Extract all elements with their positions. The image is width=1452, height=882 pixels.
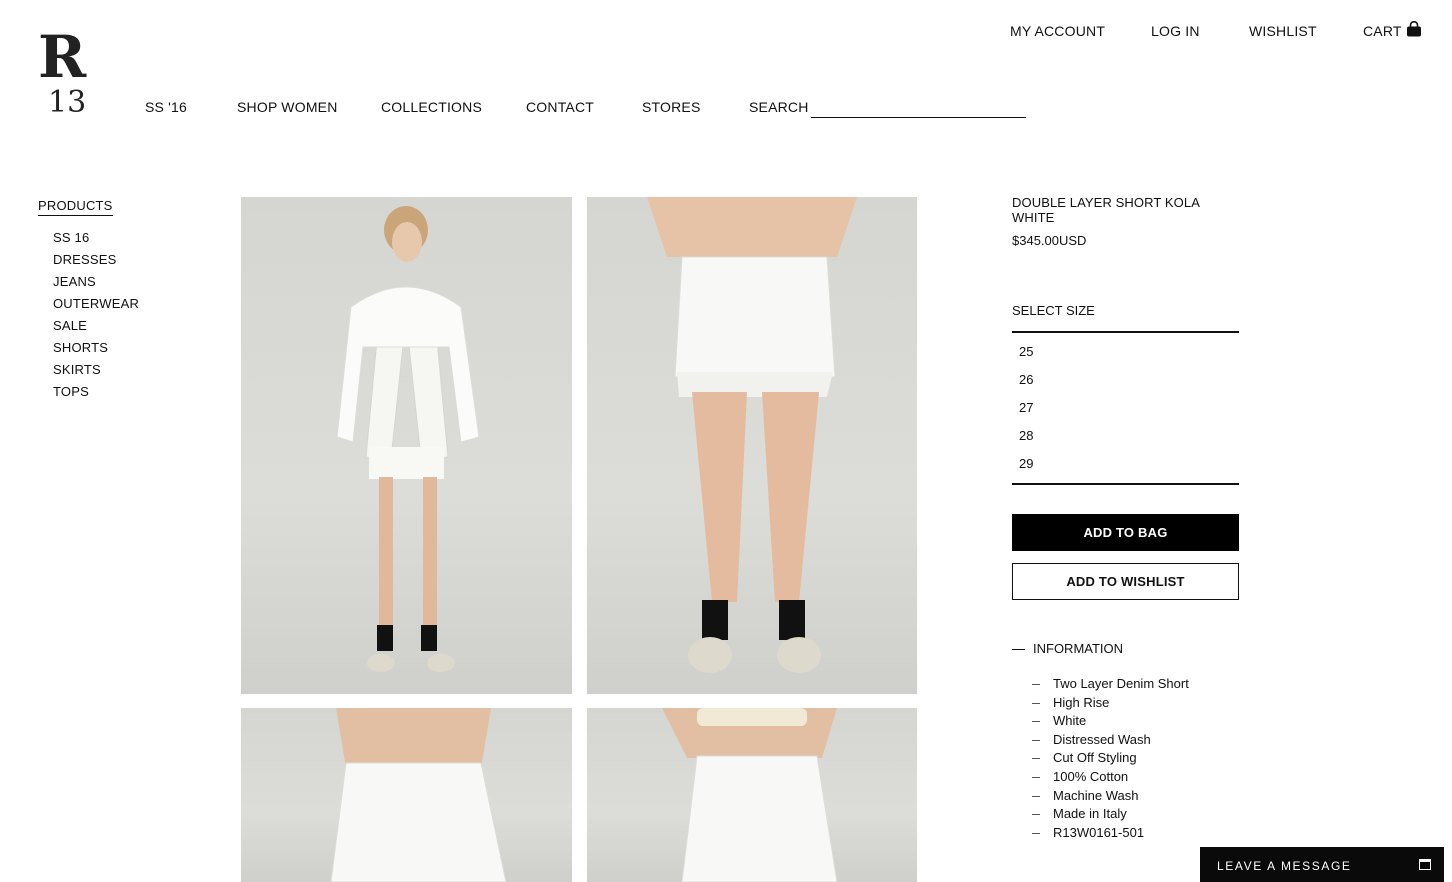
information-item: Machine Wash [1032,788,1189,807]
product-price: $345.00USD [1012,233,1087,248]
add-to-bag-button[interactable]: ADD TO BAG [1012,514,1239,551]
dash-icon [1032,832,1040,834]
information-item: R13W0161-501 [1032,825,1189,844]
product-category-sidebar: PRODUCTS SS 16 DRESSES JEANS OUTERWEAR S… [38,197,198,406]
my-account-link[interactable]: MY ACCOUNT [1010,23,1105,39]
product-photo-detail-back[interactable] [587,708,917,882]
product-photo-full-look[interactable] [241,197,572,694]
category-item[interactable]: TOPS [53,384,198,406]
dash-icon [1032,795,1040,797]
leave-message-label: LEAVE A MESSAGE [1217,859,1352,873]
nav-ss16[interactable]: SS '16 [145,99,187,115]
nav-stores[interactable]: STORES [642,99,701,115]
dash-icon [1032,739,1040,741]
nav-contact[interactable]: CONTACT [526,99,594,115]
utility-nav: MY ACCOUNT LOG IN WISHLIST CART [0,23,1452,43]
divider [1012,331,1239,333]
product-photo-detail-front[interactable] [241,708,572,882]
sidebar-heading[interactable]: PRODUCTS [38,198,113,216]
information-item: High Rise [1032,695,1189,714]
add-to-wishlist-button[interactable]: ADD TO WISHLIST [1012,563,1239,600]
category-item[interactable]: JEANS [53,274,198,296]
shopping-bag-icon[interactable] [1406,21,1422,37]
information-item: Distressed Wash [1032,732,1189,751]
dash-icon [1032,777,1040,779]
information-label: INFORMATION [1033,641,1124,656]
information-list: Two Layer Denim Short High Rise White Di… [1032,676,1189,843]
category-item[interactable]: SALE [53,318,198,340]
search-label: SEARCH [749,99,809,115]
size-option[interactable]: 27 [1019,400,1033,428]
dash-icon [1032,758,1040,760]
category-list: SS 16 DRESSES JEANS OUTERWEAR SALE SHORT… [38,230,198,406]
information-item: Two Layer Denim Short [1032,676,1189,695]
product-title: DOUBLE LAYER SHORT KOLA WHITE [1012,195,1200,225]
category-item[interactable]: SHORTS [53,340,198,362]
maximize-icon[interactable] [1419,859,1431,870]
size-options: 25 26 27 28 29 [1019,344,1033,484]
nav-collections[interactable]: COLLECTIONS [381,99,482,115]
size-option[interactable]: 26 [1019,372,1033,400]
category-item[interactable]: SS 16 [53,230,198,252]
size-option[interactable]: 25 [1019,344,1033,372]
wishlist-link[interactable]: WISHLIST [1249,23,1317,39]
information-item: Made in Italy [1032,806,1189,825]
category-item[interactable]: DRESSES [53,252,198,274]
dash-icon [1032,814,1040,816]
collapse-icon [1012,648,1025,651]
dash-icon [1032,684,1040,686]
size-option[interactable]: 28 [1019,428,1033,456]
product-summary: DOUBLE LAYER SHORT KOLA WHITE $345.00USD [1012,195,1240,248]
dash-icon [1032,702,1040,704]
dash-icon [1032,721,1040,723]
information-item: White [1032,713,1189,732]
product-photo-front[interactable] [587,197,917,694]
select-size-label: SELECT SIZE [1012,303,1095,318]
category-item[interactable]: SKIRTS [53,362,198,384]
divider [1012,483,1239,485]
information-item: 100% Cotton [1032,769,1189,788]
log-in-link[interactable]: LOG IN [1151,23,1200,39]
leave-message-widget[interactable]: LEAVE A MESSAGE [1200,847,1444,882]
information-toggle[interactable]: INFORMATION [1012,641,1123,656]
size-option[interactable]: 29 [1019,456,1033,484]
category-item[interactable]: OUTERWEAR [53,296,198,318]
information-item: Cut Off Styling [1032,750,1189,769]
search-input[interactable] [811,102,1026,118]
nav-shop-women[interactable]: SHOP WOMEN [237,99,338,115]
cart-link[interactable]: CART [1363,23,1402,39]
